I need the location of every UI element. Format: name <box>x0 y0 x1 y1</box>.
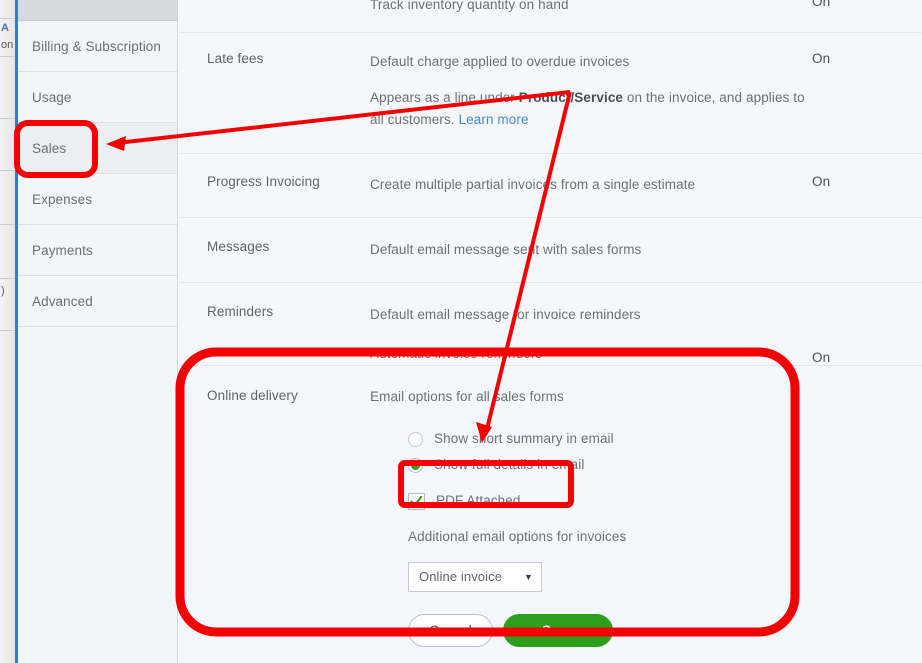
row-state <box>812 239 922 261</box>
row-substate: On <box>812 350 831 365</box>
bg-divider <box>0 224 15 225</box>
table-row-late-fees[interactable]: Late fees Default charge applied to over… <box>179 33 922 154</box>
online-delivery-description: Email options for all sales forms <box>370 389 564 404</box>
row-label: Late fees <box>207 51 264 66</box>
sidebar-item-billing-subscription[interactable]: Billing & Subscription <box>18 21 177 72</box>
online-delivery-label: Online delivery <box>207 388 298 403</box>
sidebar-item-label: Payments <box>32 242 93 258</box>
subdesc-bold: Product/Service <box>518 90 624 105</box>
sidebar-item-advanced[interactable]: Advanced <box>18 276 177 327</box>
bg-text-fragment-paren: ) <box>1 285 5 297</box>
row-subdescription: Appears as a line under Product/Service … <box>370 87 812 131</box>
select-value: Online invoice <box>419 569 503 584</box>
sidebar-item-label: Advanced <box>32 293 93 309</box>
save-button[interactable]: Save <box>503 614 613 647</box>
row-state: On <box>812 0 831 9</box>
sales-settings-content: Track inventory quantity on hand On Late… <box>179 0 922 663</box>
radio-option-short-summary[interactable]: Show short summary in email <box>408 426 812 452</box>
chevron-down-icon: ▼ <box>523 572 533 582</box>
sidebar-item-cutoff[interactable] <box>18 0 177 21</box>
learn-more-link[interactable]: Learn more <box>459 112 529 127</box>
row-description: Default email message for invoice remind… <box>370 307 641 322</box>
row-label: Reminders <box>207 304 274 319</box>
row-description: Default email message sent with sales fo… <box>370 242 642 257</box>
sidebar-item-payments[interactable]: Payments <box>18 225 177 276</box>
checkbox-label: PDF Attached <box>436 493 521 508</box>
radio-unselected-icon[interactable] <box>408 431 423 447</box>
row-state: On <box>812 174 831 189</box>
row-label: Progress Invoicing <box>207 174 320 189</box>
row-label: Messages <box>207 239 270 254</box>
bg-divider <box>0 330 15 331</box>
row-description: Create multiple partial invoices from a … <box>370 177 696 192</box>
sidebar-item-label: Expenses <box>32 191 93 207</box>
row-description: Track inventory quantity on hand <box>370 0 569 12</box>
email-options-group: Show short summary in email Show full de… <box>370 426 812 647</box>
checkmark-icon[interactable] <box>408 492 425 510</box>
sidebar-item-expenses[interactable]: Expenses <box>18 174 177 225</box>
bg-divider <box>0 56 15 57</box>
bg-text-fragment-a: A <box>1 22 9 34</box>
row-subdescription: Automatic invoice reminders <box>370 346 543 361</box>
online-delivery-panel: Online delivery Email options for all sa… <box>179 365 922 663</box>
settings-sidebar: Billing & Subscription Usage Sales Expen… <box>18 0 178 663</box>
bg-text-fragment-on: on <box>1 39 14 51</box>
additional-options-label: Additional email options for invoices <box>408 529 627 544</box>
bg-divider <box>0 18 15 19</box>
online-invoice-select[interactable]: Online invoice ▼ <box>408 562 542 592</box>
row-state: On <box>812 51 831 66</box>
radio-selected-icon[interactable] <box>408 457 423 473</box>
cancel-button[interactable]: Cancel <box>408 614 493 647</box>
background-window-strip: A on ) <box>0 0 16 663</box>
sidebar-item-sales[interactable]: Sales <box>18 123 177 174</box>
radio-option-full-details[interactable]: Show full details in email <box>408 452 812 478</box>
sidebar-item-label: Usage <box>32 89 72 105</box>
table-row-messages[interactable]: Messages Default email message sent with… <box>179 218 922 283</box>
table-row-progress-invoicing[interactable]: Progress Invoicing Create multiple parti… <box>179 154 922 218</box>
bg-divider <box>0 170 15 171</box>
row-description: Default charge applied to overdue invoic… <box>370 54 630 69</box>
online-delivery-state <box>812 386 922 647</box>
row-label <box>179 0 370 16</box>
sidebar-item-label: Billing & Subscription <box>32 38 162 54</box>
radio-option-label: Show short summary in email <box>434 431 614 446</box>
radio-option-label: Show full details in email <box>434 457 585 472</box>
subdesc-pre: Appears as a line under <box>370 90 519 105</box>
table-row-inventory[interactable]: Track inventory quantity on hand On <box>179 0 922 33</box>
sidebar-item-label: Sales <box>32 140 67 156</box>
table-row-reminders[interactable]: Reminders Default email message for invo… <box>179 283 922 365</box>
bg-divider <box>0 118 15 119</box>
sidebar-item-usage[interactable]: Usage <box>18 72 177 123</box>
bg-divider <box>0 278 15 279</box>
checkbox-row-pdf-attached[interactable]: PDF Attached <box>408 484 812 518</box>
